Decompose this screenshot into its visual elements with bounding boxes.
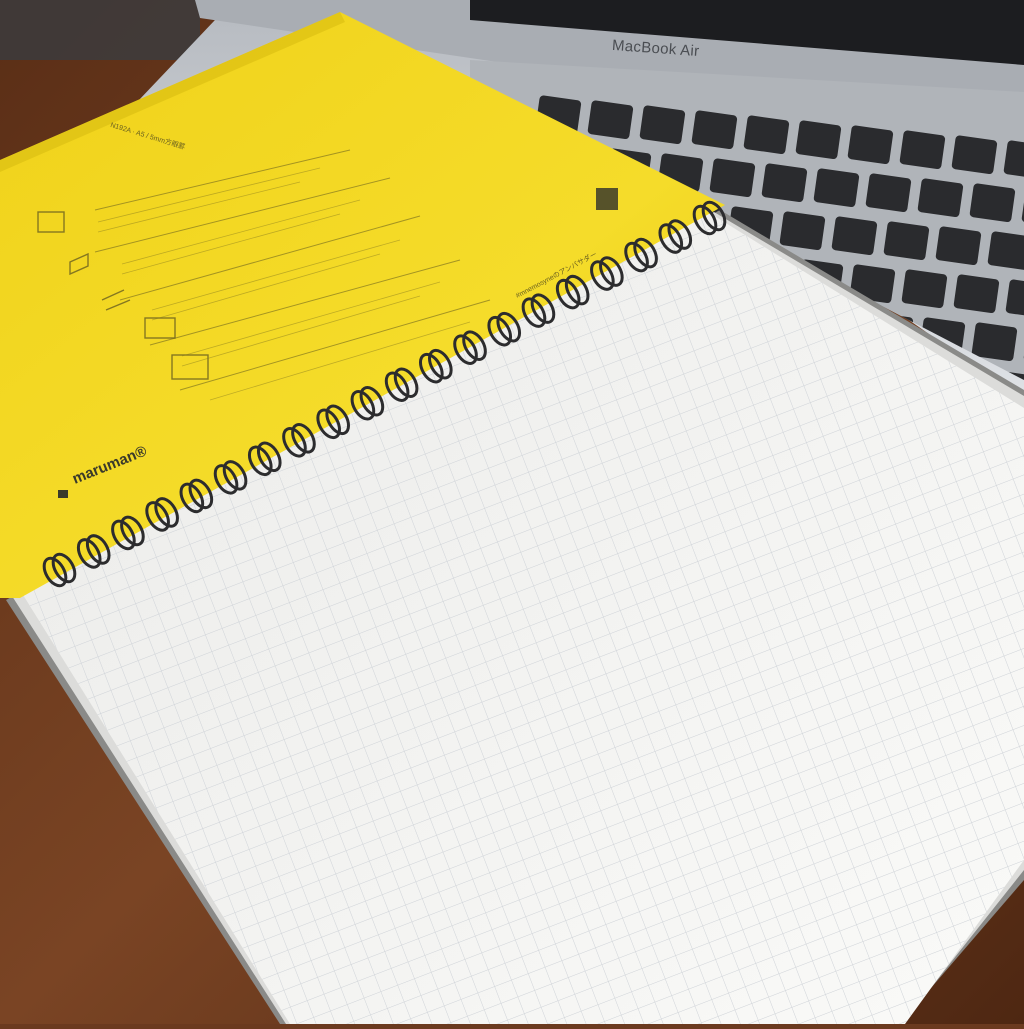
keyboard-key	[761, 163, 808, 202]
keyboard-key	[987, 231, 1024, 270]
keyboard-key	[883, 221, 930, 260]
keyboard-key	[901, 269, 948, 308]
keyboard-key	[969, 183, 1016, 222]
keyboard-key	[953, 274, 1000, 313]
keyboard-key	[779, 211, 826, 250]
keyboard-key	[795, 120, 842, 159]
background-object	[0, 0, 200, 60]
keyboard-key	[743, 115, 790, 154]
qr-code	[596, 188, 618, 210]
keyboard-key	[691, 110, 738, 149]
keyboard-key	[935, 226, 982, 265]
keyboard-key	[951, 135, 998, 174]
scene-drawing	[0, 0, 1024, 1024]
brand-logo-mark	[58, 490, 68, 498]
keyboard-key	[899, 130, 946, 169]
keyboard-key	[847, 125, 894, 164]
keyboard-key	[831, 216, 878, 255]
keyboard-key	[813, 168, 860, 207]
keyboard-key	[587, 100, 634, 139]
keyboard-key	[917, 178, 964, 217]
keyboard-key	[865, 173, 912, 212]
photo-scene: MacBook Air N192A · A5 / 5mm方眼罫 #mnemosy…	[0, 0, 1024, 1024]
keyboard-key	[971, 322, 1018, 361]
keyboard-key	[709, 158, 756, 197]
keyboard-key	[639, 105, 686, 144]
